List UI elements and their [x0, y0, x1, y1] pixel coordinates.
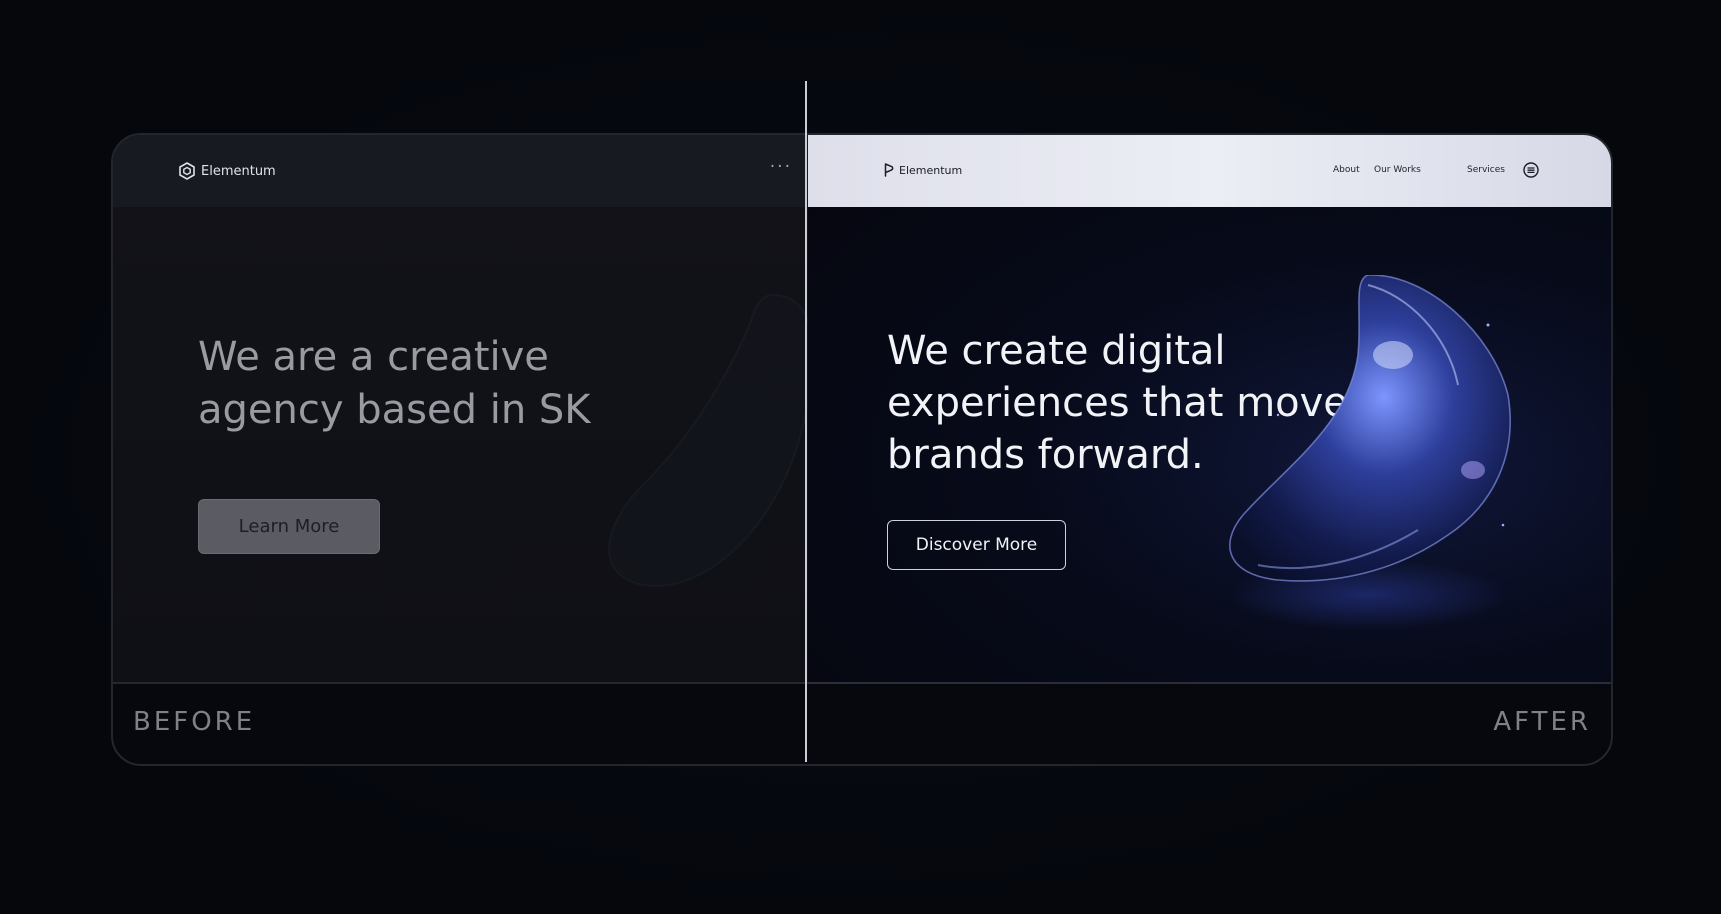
- menu-icon[interactable]: [1523, 162, 1539, 178]
- after-navbar: Elementum About Our Works Services: [808, 135, 1611, 207]
- before-logo[interactable]: Elementum: [179, 162, 276, 180]
- nav-about[interactable]: About: [1333, 165, 1360, 175]
- comparison-divider[interactable]: [805, 81, 807, 762]
- hexagon-logo-icon: [179, 162, 195, 180]
- learn-more-button[interactable]: Learn More: [198, 499, 380, 554]
- nav-our-works[interactable]: Our Works: [1374, 165, 1421, 175]
- glass-crescent-graphic: [1228, 275, 1511, 630]
- nav-services[interactable]: Services: [1467, 165, 1505, 175]
- before-pane: Elementum ··· We are a creative agency b…: [113, 135, 814, 684]
- comparison-frame: Elementum ··· We are a creative agency b…: [111, 133, 1613, 766]
- discover-more-button[interactable]: Discover More: [887, 520, 1066, 570]
- before-label: BEFORE: [133, 707, 256, 737]
- after-brand-name: Elementum: [899, 163, 963, 177]
- after-pane: Elementum About Our Works Services We cr…: [808, 135, 1611, 684]
- before-headline: We are a creative agency based in SK: [198, 334, 591, 433]
- after-logo[interactable]: Elementum: [884, 163, 962, 177]
- more-options-icon[interactable]: ···: [770, 157, 792, 177]
- after-label: AFTER: [1493, 707, 1591, 737]
- comparison-stage: Elementum ··· We are a creative agency b…: [0, 0, 1721, 914]
- before-brand-name: Elementum: [201, 163, 276, 179]
- flag-logo-icon: [884, 163, 894, 177]
- before-navbar: Elementum ···: [113, 135, 808, 207]
